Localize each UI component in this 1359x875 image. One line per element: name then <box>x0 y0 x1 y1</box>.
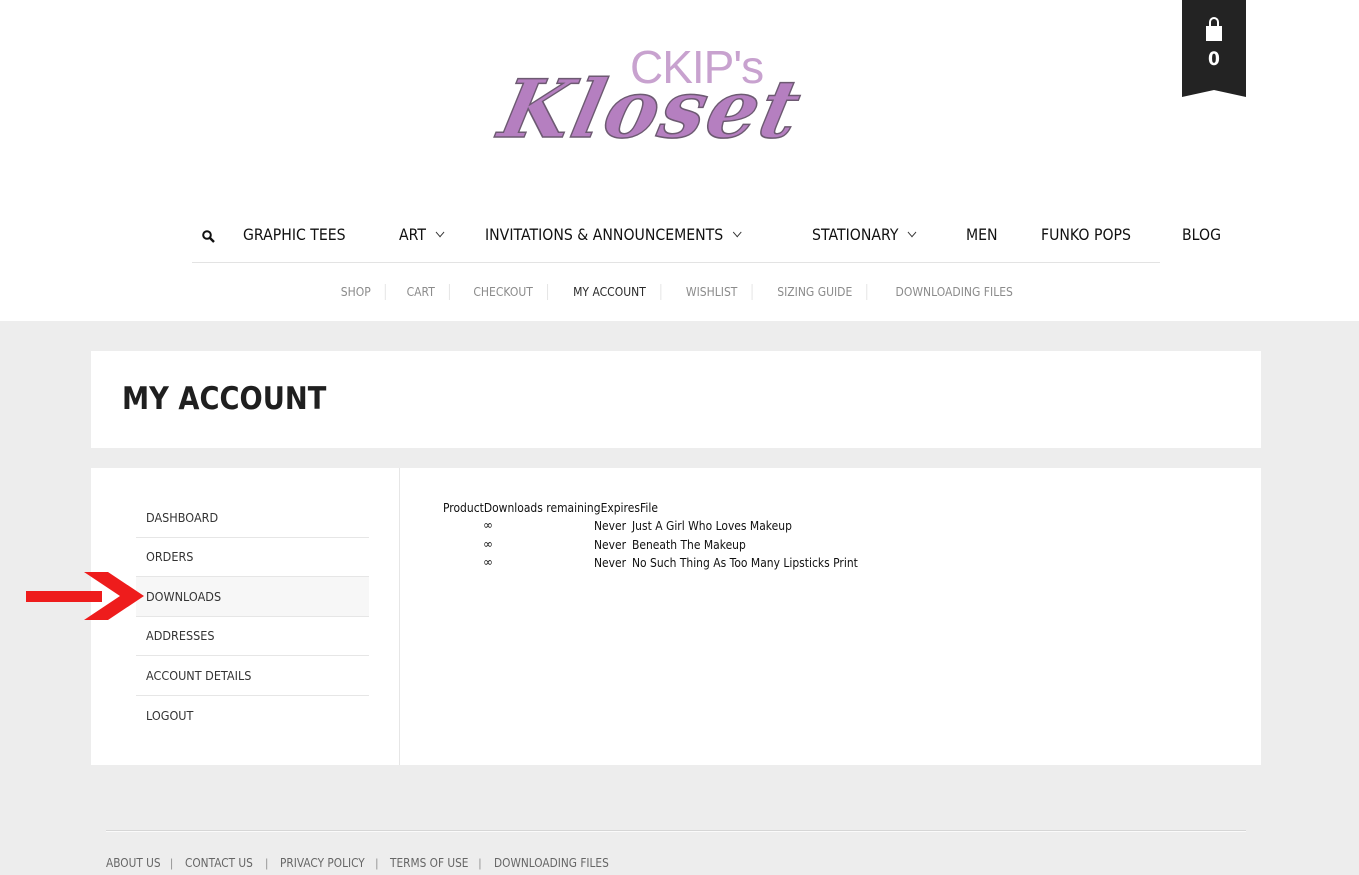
subnav-checkout[interactable]: CHECKOUT <box>459 284 549 300</box>
nav-item-men[interactable]: MEN <box>966 225 998 244</box>
subnav-my-account[interactable]: MY ACCOUNT <box>559 284 662 300</box>
footer-link-about-us[interactable]: ABOUT US <box>106 856 162 870</box>
search-button[interactable] <box>192 212 224 260</box>
expires-cell: Never <box>594 536 627 552</box>
red-arrow-annotation <box>26 572 144 620</box>
cart-count: 0 <box>1208 48 1220 70</box>
footer-link-terms-of-use[interactable]: TERMS OF USE <box>390 856 468 870</box>
file-download-link[interactable]: No Such Thing As Too Many Lipsticks Prin… <box>632 555 858 570</box>
account-menu-label: ACCOUNT DETAILS <box>146 667 252 683</box>
site-header: CKIP's Kloset 0 GRAPHIC TEES ART INVITAT… <box>0 0 1359 321</box>
nav-item-label: GRAPHIC TEES <box>243 224 346 244</box>
logo-kloset-text: Kloset <box>491 61 811 157</box>
chevron-down-icon <box>732 226 742 237</box>
subnav-shop[interactable]: SHOP <box>326 284 387 300</box>
table-row: ∞ Never Just A Girl Who Loves Makeup <box>443 516 792 535</box>
cart-button[interactable]: 0 <box>1182 0 1246 97</box>
nav-item-label: MEN <box>966 224 998 244</box>
footer-navigation: ABOUT US | CONTACT US | PRIVACY POLICY |… <box>106 855 614 871</box>
column-header-product: Product <box>443 499 484 515</box>
account-menu-account-details[interactable]: ACCOUNT DETAILS <box>136 656 369 696</box>
subnav-downloading-files[interactable]: DOWNLOADING FILES <box>882 284 1028 300</box>
nav-item-label: FUNKO POPS <box>1041 224 1132 244</box>
secondary-navigation: SHOP CART CHECKOUT MY ACCOUNT WISHLIST S… <box>0 283 1359 301</box>
footer-separator: | <box>478 856 482 870</box>
nav-item-stationary[interactable]: STATIONARY <box>812 224 917 244</box>
downloads-remaining-cell: ∞ <box>483 536 493 551</box>
nav-item-label: INVITATIONS & ANNOUNCEMENTS <box>485 224 724 244</box>
file-download-link[interactable]: Just A Girl Who Loves Makeup <box>632 518 792 533</box>
expires-cell: Never <box>594 555 627 570</box>
account-panel: DASHBOARD ORDERS DOWNLOADS ADDRESSES ACC… <box>91 468 1261 765</box>
file-download-link[interactable]: Beneath The Makeup <box>632 537 746 552</box>
page-title-box: MY ACCOUNT <box>91 351 1261 448</box>
nav-item-invitations[interactable]: INVITATIONS & ANNOUNCEMENTS <box>485 224 742 244</box>
account-menu-label: ORDERS <box>146 549 194 565</box>
account-menu-dashboard[interactable]: DASHBOARD <box>136 498 369 538</box>
site-logo[interactable]: CKIP's Kloset <box>491 36 848 166</box>
expires-cell: Never <box>594 518 627 533</box>
main-navigation: GRAPHIC TEES ART INVITATIONS & ANNOUNCEM… <box>192 210 1221 263</box>
footer-link-contact-us[interactable]: CONTACT US <box>185 856 255 870</box>
table-row: ∞ Never No Such Thing As Too Many Lipsti… <box>443 553 858 572</box>
nav-item-funko-pops[interactable]: FUNKO POPS <box>1041 225 1131 244</box>
account-menu-logout[interactable]: LOGOUT <box>136 696 369 736</box>
downloads-remaining-cell: ∞ <box>483 518 493 532</box>
account-menu-label: LOGOUT <box>146 707 194 723</box>
footer-link-downloading-files[interactable]: DOWNLOADING FILES <box>494 856 609 870</box>
account-menu-label: DASHBOARD <box>146 509 219 525</box>
downloads-table-header: Product Downloads remaining Expires File <box>443 498 658 516</box>
nav-item-label: ART <box>398 224 426 244</box>
downloads-remaining-cell: ∞ <box>483 555 493 569</box>
footer-separator: | <box>265 856 269 870</box>
column-header-file: File <box>639 499 658 515</box>
subnav-wishlist[interactable]: WISHLIST <box>671 284 753 300</box>
account-menu-downloads[interactable]: DOWNLOADS <box>136 577 369 617</box>
column-header-expires: Expires <box>600 499 640 515</box>
nav-item-label: BLOG <box>1182 224 1222 244</box>
subnav-cart[interactable]: CART <box>393 284 451 300</box>
column-header-downloads-remaining: Downloads remaining <box>483 499 601 515</box>
footer-link-privacy-policy[interactable]: PRIVACY POLICY <box>280 856 365 870</box>
chevron-down-icon <box>907 226 917 237</box>
nav-item-graphic-tees[interactable]: GRAPHIC TEES <box>243 225 346 244</box>
nav-item-art[interactable]: ART <box>398 224 444 244</box>
nav-item-blog[interactable]: BLOG <box>1182 225 1221 244</box>
account-menu-label: ADDRESSES <box>146 628 215 644</box>
account-menu-orders[interactable]: ORDERS <box>136 538 369 577</box>
chevron-down-icon <box>435 226 444 237</box>
footer-divider <box>106 830 1246 832</box>
shopping-bag-icon <box>1206 17 1222 41</box>
account-menu-label: DOWNLOADS <box>146 588 222 604</box>
downloads-table: Product Downloads remaining Expires File ∞ … <box>443 498 858 572</box>
nav-item-label: STATIONARY <box>812 224 899 244</box>
footer-separator: | <box>170 856 174 870</box>
subnav-sizing-guide[interactable]: SIZING GUIDE <box>763 284 868 300</box>
page-title: MY ACCOUNT <box>122 381 327 417</box>
search-icon <box>201 229 215 243</box>
footer-separator: | <box>375 856 379 870</box>
account-menu: DASHBOARD ORDERS DOWNLOADS ADDRESSES ACC… <box>136 498 369 735</box>
table-row: ∞ Never Beneath The Makeup <box>443 535 746 554</box>
account-menu-addresses[interactable]: ADDRESSES <box>136 617 369 656</box>
